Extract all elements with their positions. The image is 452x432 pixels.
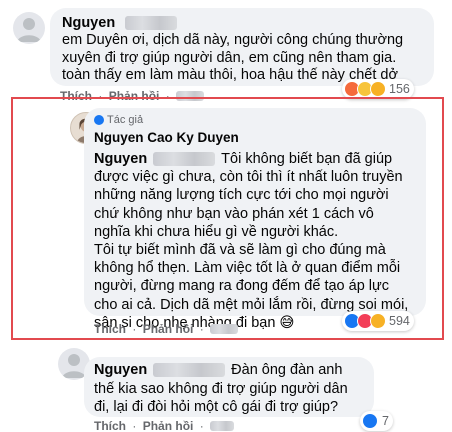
like-icon <box>362 413 378 429</box>
reply-mention-name[interactable]: Nguyen <box>94 150 147 168</box>
reaction-summary[interactable]: 156 <box>342 79 414 99</box>
reply-text: Nguyen Tôi không biết bạn đã giúp được vi… <box>94 150 414 332</box>
reaction-count: 7 <box>382 414 389 428</box>
reply-body: Tôi không biết bạn đã giúp được việc gì … <box>94 151 409 331</box>
author-name[interactable]: Nguyen Cao Ky Duyen <box>94 129 414 146</box>
author-badge: Tác giả <box>94 113 414 127</box>
comment-actions: Thích · Phản hồi · <box>94 418 235 432</box>
blurred-surname <box>153 152 216 166</box>
blurred-timestamp <box>210 323 239 334</box>
author-badge-icon <box>94 115 104 125</box>
like-link[interactable]: Thích <box>94 322 126 336</box>
comment-bubble: Nguyen em Duyên ơi, dịch dã này, người c… <box>50 8 434 86</box>
commenter-avatar[interactable] <box>13 12 45 44</box>
blurred-surname <box>124 16 177 30</box>
reply-link[interactable]: Phản hồi <box>143 322 194 336</box>
comment-bubble: Nguyen Đàn ông đàn anh thế kia sao không … <box>84 357 374 417</box>
author-badge-label: Tác giả <box>107 114 144 126</box>
blurred-surname <box>153 363 226 377</box>
comment-text: Nguyen Đàn ông đàn anh thế kia sao không … <box>94 361 364 417</box>
reply-bubble: Tác giả Nguyen Cao Ky Duyen Nguyen Tôi kh… <box>84 108 426 331</box>
commenter-name[interactable]: Nguyen <box>94 361 147 379</box>
comment-text: em Duyên ơi, dịch dã này, người công chú… <box>62 32 404 83</box>
reply-actions: Thích · Phản hồi · <box>94 321 239 336</box>
reaction-count: 594 <box>389 314 410 328</box>
reaction-summary[interactable]: 594 <box>342 311 414 331</box>
reply-link[interactable]: Phản hồi <box>143 419 194 432</box>
blurred-timestamp <box>210 420 235 431</box>
reaction-count: 156 <box>389 82 410 96</box>
reaction-summary[interactable]: 7 <box>360 411 393 431</box>
commenter-name[interactable]: Nguyen <box>62 14 115 32</box>
sad-icon <box>370 81 386 97</box>
like-link[interactable]: Thích <box>94 419 126 432</box>
default-avatar-icon <box>17 18 41 42</box>
care-icon <box>370 313 386 329</box>
